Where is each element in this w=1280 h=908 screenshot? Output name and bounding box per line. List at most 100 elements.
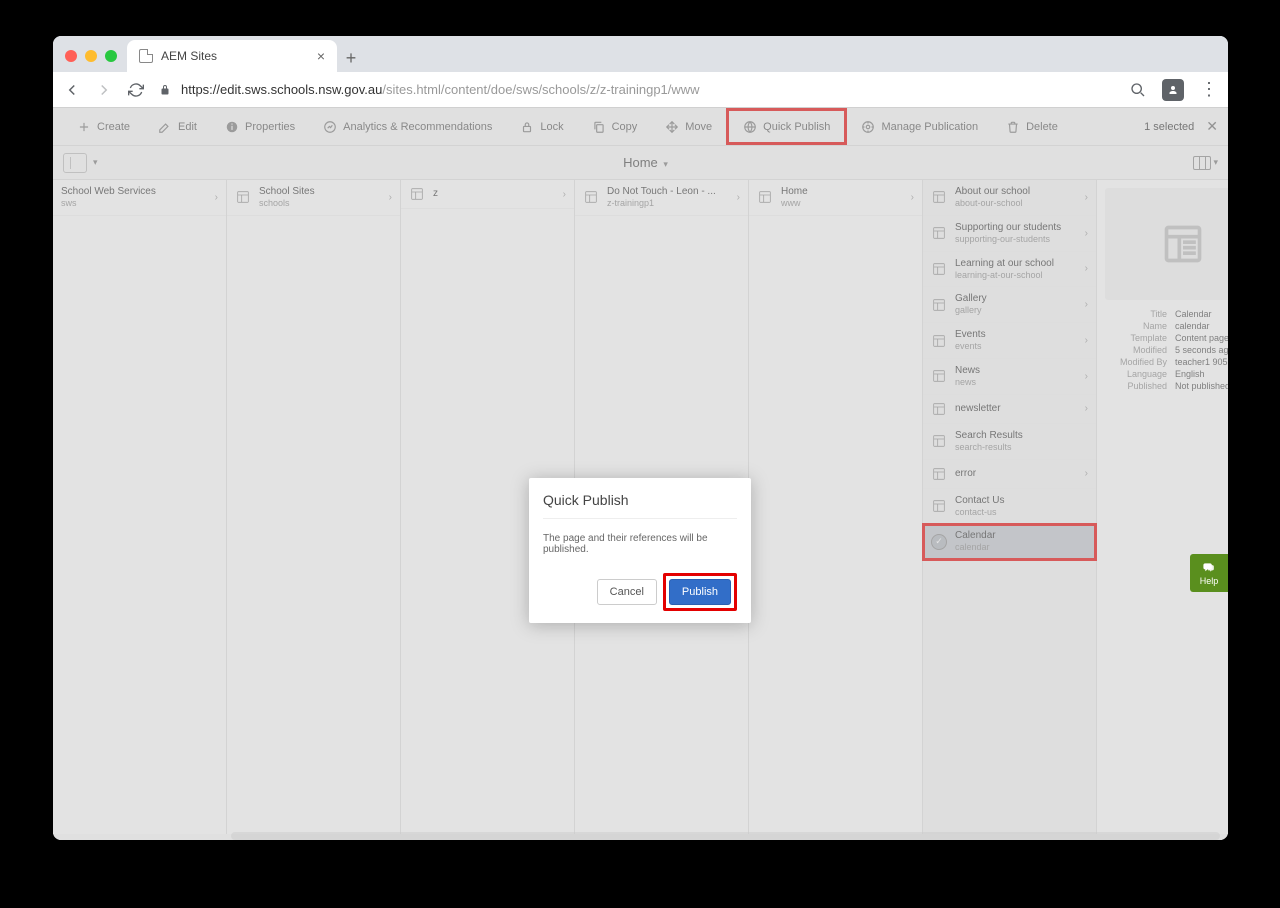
edit-button[interactable]: Edit xyxy=(144,108,211,145)
page-icon xyxy=(931,401,947,417)
move-button[interactable]: Move xyxy=(651,108,726,145)
title-row: ▾ Home ▾ ▾ xyxy=(53,146,1228,180)
dialog-body: The page and their references will be pu… xyxy=(543,533,737,555)
list-item[interactable]: error› xyxy=(923,460,1096,489)
list-item[interactable]: Search Resultssearch-results xyxy=(923,424,1096,460)
chevron-right-icon: › xyxy=(1085,228,1088,239)
zoom-icon[interactable] xyxy=(1130,82,1146,98)
aem-app: Create Edit Properties Analytics & Recom… xyxy=(53,108,1228,840)
list-item[interactable]: Gallerygallery› xyxy=(923,287,1096,323)
chevron-right-icon: › xyxy=(1085,192,1088,203)
publish-highlight: Publish xyxy=(663,573,737,611)
url-text: https://edit.sws.schools.nsw.gov.au/site… xyxy=(181,82,700,97)
page-icon xyxy=(757,189,773,205)
publish-button[interactable]: Publish xyxy=(669,579,731,605)
dialog-title: Quick Publish xyxy=(543,492,737,519)
page-icon xyxy=(931,261,947,277)
list-item[interactable]: Contact Uscontact-us xyxy=(923,489,1096,525)
list-item[interactable]: Do Not Touch - Leon - ...z-trainingp1 › xyxy=(575,180,748,216)
page-icon xyxy=(931,466,947,482)
create-button[interactable]: Create xyxy=(63,108,144,145)
page-icon xyxy=(583,189,599,205)
window-maximize-button[interactable] xyxy=(105,50,117,62)
page-icon xyxy=(409,186,425,202)
chevron-right-icon: › xyxy=(1085,468,1088,479)
lock-button[interactable]: Lock xyxy=(506,108,577,145)
page-icon xyxy=(931,368,947,384)
check-icon: ✓ xyxy=(931,534,947,550)
browser-menu-button[interactable]: ⋮ xyxy=(1200,79,1218,100)
browser-urlbar: https://edit.sws.schools.nsw.gov.au/site… xyxy=(53,72,1228,108)
tab-title: AEM Sites xyxy=(161,49,217,63)
list-item[interactable]: Homewww › xyxy=(749,180,922,216)
page-icon xyxy=(139,49,153,63)
page-icon xyxy=(931,498,947,514)
profile-button[interactable] xyxy=(1162,79,1184,101)
rail-toggle-button[interactable] xyxy=(63,153,87,173)
chevron-right-icon: › xyxy=(1085,263,1088,274)
list-item[interactable]: ✓Calendarcalendar xyxy=(923,524,1096,560)
page-icon xyxy=(931,333,947,349)
chevron-down-icon: ▾ xyxy=(1213,157,1218,168)
page-icon xyxy=(931,225,947,241)
cancel-button[interactable]: Cancel xyxy=(597,579,657,605)
properties-button[interactable]: Properties xyxy=(211,108,309,145)
column-4: Homewww › xyxy=(749,180,923,834)
forward-button[interactable] xyxy=(95,81,113,99)
chevron-right-icon: › xyxy=(911,192,914,203)
chevron-right-icon: › xyxy=(1085,335,1088,346)
page-icon xyxy=(235,189,251,205)
column-1: School Sitesschools › xyxy=(227,180,401,834)
copy-button[interactable]: Copy xyxy=(578,108,652,145)
list-item[interactable]: Eventsevents› xyxy=(923,323,1096,359)
help-label: Help xyxy=(1200,576,1219,586)
window-minimize-button[interactable] xyxy=(85,50,97,62)
browser-tab[interactable]: AEM Sites × xyxy=(127,40,337,72)
page-icon xyxy=(931,433,947,449)
close-tab-icon[interactable]: × xyxy=(317,48,325,64)
list-item[interactable]: z › xyxy=(401,180,574,209)
view-switcher-button[interactable] xyxy=(1193,156,1211,170)
list-item[interactable]: School Web Servicessws › xyxy=(53,180,226,216)
page-icon xyxy=(931,189,947,205)
chevron-down-icon: ▾ xyxy=(663,159,668,169)
chevron-right-icon: › xyxy=(1085,299,1088,310)
new-tab-button[interactable]: + xyxy=(337,44,365,72)
browser-window: AEM Sites × + https://edit.sws.schools.n… xyxy=(53,36,1228,840)
column-5: About our schoolabout-our-school›Support… xyxy=(923,180,1097,834)
help-button[interactable]: Help xyxy=(1190,554,1228,592)
horizontal-scrollbar[interactable] xyxy=(231,832,1220,840)
chevron-right-icon: › xyxy=(1085,371,1088,382)
quick-publish-dialog: Quick Publish The page and their referen… xyxy=(529,478,751,623)
window-controls xyxy=(61,50,127,72)
chevron-right-icon: › xyxy=(389,192,392,203)
delete-button[interactable]: Delete xyxy=(992,108,1072,145)
action-toolbar: Create Edit Properties Analytics & Recom… xyxy=(53,108,1228,146)
selection-count: 1 selected xyxy=(1144,121,1200,133)
analytics-button[interactable]: Analytics & Recommendations xyxy=(309,108,506,145)
list-item[interactable]: Learning at our schoollearning-at-our-sc… xyxy=(923,252,1096,288)
chevron-right-icon: › xyxy=(1085,403,1088,414)
page-thumbnail xyxy=(1105,188,1228,300)
address-bar[interactable]: https://edit.sws.schools.nsw.gov.au/site… xyxy=(159,82,1116,97)
lock-icon xyxy=(159,84,171,96)
window-close-button[interactable] xyxy=(65,50,77,62)
close-selection-button[interactable]: ✕ xyxy=(1200,118,1218,135)
breadcrumb: Home ▾ xyxy=(98,155,1194,170)
list-item[interactable]: School Sitesschools › xyxy=(227,180,400,216)
column-0: School Web Servicessws › xyxy=(53,180,227,834)
page-icon xyxy=(931,297,947,313)
list-item[interactable]: Newsnews› xyxy=(923,359,1096,395)
details-panel: TitleCalendarNamecalendarTemplateContent… xyxy=(1097,180,1228,834)
quick-publish-button[interactable]: Quick Publish xyxy=(726,108,847,145)
list-item[interactable]: About our schoolabout-our-school› xyxy=(923,180,1096,216)
list-item[interactable]: newsletter› xyxy=(923,395,1096,424)
back-button[interactable] xyxy=(63,81,81,99)
chevron-right-icon: › xyxy=(563,189,566,200)
reload-button[interactable] xyxy=(127,81,145,99)
manage-publication-button[interactable]: Manage Publication xyxy=(847,108,992,145)
list-item[interactable]: Supporting our studentssupporting-our-st… xyxy=(923,216,1096,252)
browser-tabbar: AEM Sites × + xyxy=(53,36,1228,72)
chevron-right-icon: › xyxy=(215,192,218,203)
chevron-right-icon: › xyxy=(737,192,740,203)
